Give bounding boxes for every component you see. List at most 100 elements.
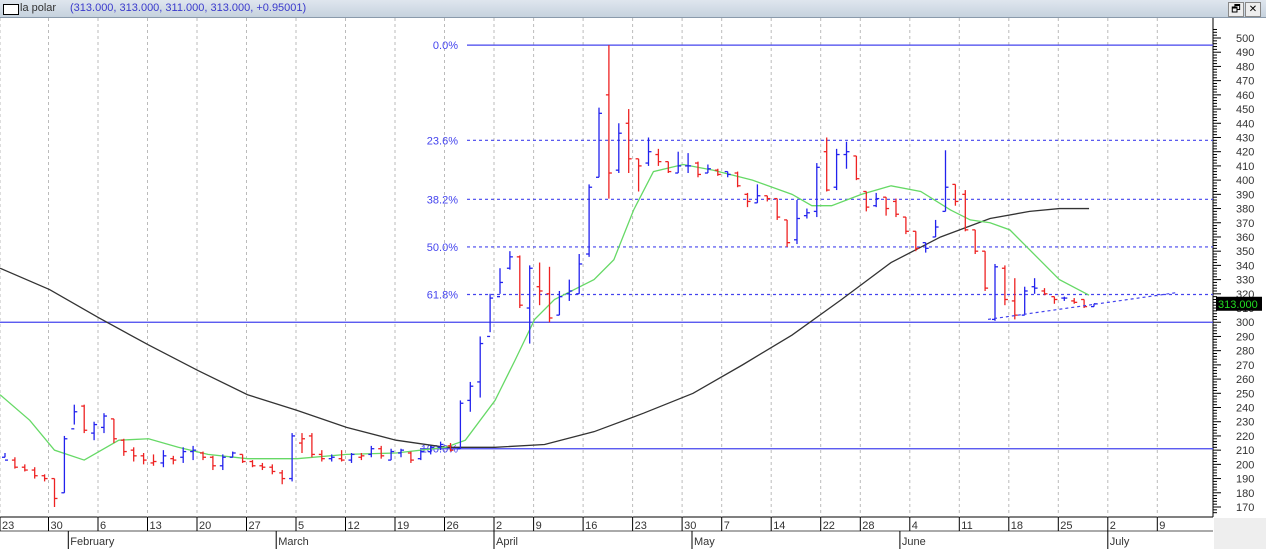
- ohlc-bar[interactable]: [200, 451, 206, 461]
- ohlc-bar[interactable]: [150, 454, 157, 466]
- ohlc-bar[interactable]: [61, 435, 68, 494]
- ohlc-bar[interactable]: [645, 137, 652, 166]
- ohlc-bar[interactable]: [942, 150, 949, 213]
- ohlc-bar[interactable]: [724, 170, 731, 178]
- ohlc-bar[interactable]: [754, 184, 761, 204]
- ohlc-bar[interactable]: [219, 454, 226, 471]
- ohlc-bar[interactable]: [1031, 278, 1038, 294]
- ohlc-bar[interactable]: [71, 404, 78, 430]
- ohlc-bar[interactable]: [1081, 298, 1088, 309]
- ohlc-bar[interactable]: [873, 192, 880, 208]
- ohlc-bar[interactable]: [41, 474, 48, 482]
- price-chart[interactable]: 23 30 6 13 20 27 5 12 19 26 2 9 16 23 30 7 14 22 28 4 11 18 25…: [0, 0, 1266, 549]
- ohlc-bar[interactable]: [685, 153, 692, 174]
- ohlc-bar[interactable]: [744, 192, 751, 208]
- ohlc-bar[interactable]: [249, 460, 256, 468]
- ohlc-bar[interactable]: [823, 137, 830, 192]
- ohlc-bar[interactable]: [487, 293, 494, 338]
- ohlc-bar[interactable]: [1001, 265, 1008, 306]
- ohlc-bar[interactable]: [833, 148, 840, 191]
- ohlc-bar[interactable]: [1071, 298, 1078, 304]
- ohlc-bar[interactable]: [368, 445, 375, 458]
- ohlc-readout: (313.000, 313.000, 311.000, 313.000, +0.…: [70, 2, 307, 14]
- ohlc-bar[interactable]: [764, 195, 771, 202]
- axis-corner: [1214, 518, 1266, 549]
- ohlc-bar[interactable]: [1041, 288, 1048, 296]
- ohlc-bar[interactable]: [110, 418, 117, 444]
- ohlc-bar[interactable]: [625, 109, 632, 174]
- ohlc-bar[interactable]: [101, 413, 107, 434]
- ohlc-bar[interactable]: [378, 445, 385, 459]
- price-tick-label: 230: [1236, 417, 1254, 429]
- week-tick-label: 30: [51, 520, 63, 532]
- ohlc-bar[interactable]: [209, 455, 216, 471]
- ohlc-bar[interactable]: [308, 433, 315, 458]
- ohlc-bar[interactable]: [31, 467, 38, 479]
- ohlc-bar[interactable]: [11, 457, 18, 469]
- ohlc-bar[interactable]: [1051, 296, 1058, 304]
- ohlc-bar[interactable]: [586, 184, 593, 257]
- ohlc-bar[interactable]: [1011, 278, 1018, 320]
- ohlc-bar[interactable]: [279, 470, 286, 485]
- ohlc-bar[interactable]: [170, 455, 177, 465]
- ohlc-bar[interactable]: [388, 448, 395, 461]
- ohlc-bar[interactable]: [972, 229, 979, 255]
- ohlc-bar[interactable]: [893, 198, 899, 218]
- ohlc-bar[interactable]: [477, 336, 484, 398]
- ohlc-bar[interactable]: [803, 208, 810, 219]
- ohlc-bar[interactable]: [130, 447, 137, 462]
- ohlc-bar[interactable]: [21, 464, 28, 472]
- ohlc-bar[interactable]: [338, 450, 345, 462]
- restore-button[interactable]: 🗗: [1228, 2, 1244, 17]
- ohlc-bar[interactable]: [51, 477, 58, 507]
- ohlc-bar[interactable]: [863, 190, 870, 212]
- ohlc-bar[interactable]: [1061, 296, 1068, 301]
- ohlc-bar[interactable]: [843, 141, 850, 169]
- ohlc-bar[interactable]: [407, 451, 414, 463]
- ohlc-bar[interactable]: [912, 230, 919, 252]
- ohlc-bar[interactable]: [526, 265, 533, 344]
- ohlc-bar[interactable]: [536, 262, 543, 306]
- ohlc-bar[interactable]: [962, 190, 969, 232]
- ohlc-bar[interactable]: [902, 216, 909, 235]
- ohlc-bar[interactable]: [506, 251, 513, 270]
- month-tick-label: April: [496, 536, 518, 548]
- ohlc-bar[interactable]: [467, 381, 474, 412]
- ohlc-bar[interactable]: [734, 171, 741, 188]
- ohlc-bar[interactable]: [883, 196, 890, 216]
- ohlc-bar[interactable]: [516, 255, 523, 309]
- ohlc-bar[interactable]: [269, 464, 276, 475]
- ohlc-bar[interactable]: [140, 452, 147, 465]
- ohlc-bar[interactable]: [784, 219, 791, 247]
- ohlc-bar[interactable]: [615, 123, 622, 174]
- ohlc-bar[interactable]: [1021, 286, 1028, 316]
- ohlc-bar[interactable]: [2, 452, 8, 461]
- ohlc-bar[interactable]: [91, 421, 98, 441]
- ohlc-bar[interactable]: [635, 158, 642, 192]
- ohlc-bar[interactable]: [813, 163, 820, 218]
- ohlc-bar[interactable]: [982, 250, 989, 291]
- ohlc-bar[interactable]: [932, 219, 939, 238]
- ohlc-bar[interactable]: [605, 45, 612, 199]
- ohlc-bar[interactable]: [120, 438, 127, 456]
- ohlc-bar[interactable]: [596, 107, 602, 178]
- ohlc-bar[interactable]: [289, 433, 296, 482]
- ohlc-bar[interactable]: [190, 445, 197, 461]
- ohlc-bar[interactable]: [992, 263, 998, 321]
- ohlc-bar[interactable]: [794, 200, 800, 245]
- ohlc-bar[interactable]: [160, 450, 167, 468]
- ohlc-bar[interactable]: [81, 404, 88, 434]
- ohlc-bar[interactable]: [655, 148, 662, 166]
- ohlc-bar[interactable]: [398, 448, 404, 458]
- ohlc-bar[interactable]: [952, 183, 959, 206]
- ohlc-bar[interactable]: [774, 197, 781, 220]
- ohlc-bar[interactable]: [259, 462, 266, 471]
- ohlc-bar[interactable]: [853, 155, 860, 181]
- ohlc-bar[interactable]: [675, 151, 682, 174]
- ohlc-bar[interactable]: [299, 433, 305, 453]
- chart-window-titlebar[interactable]: la polar (313.000, 313.000, 311.000, 313…: [0, 0, 1266, 18]
- ohlc-bar[interactable]: [695, 161, 701, 178]
- ohlc-bar[interactable]: [497, 268, 503, 298]
- week-tick-label: 23: [635, 520, 647, 532]
- close-button[interactable]: ✕: [1245, 2, 1261, 17]
